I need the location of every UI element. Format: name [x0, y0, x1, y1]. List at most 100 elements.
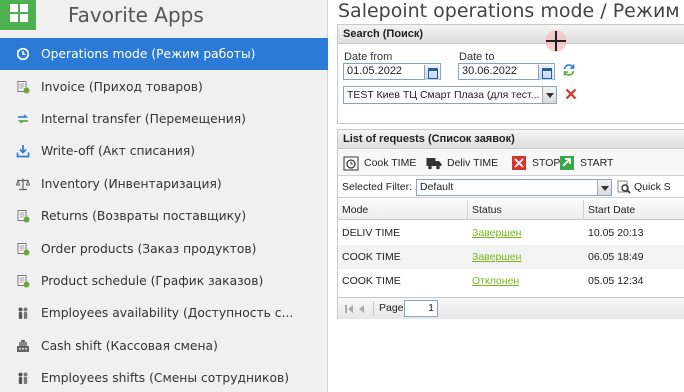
prev-page-icon[interactable] — [359, 305, 367, 313]
scales-icon — [16, 177, 30, 191]
calendar-icon[interactable] — [424, 65, 439, 80]
page-title: Salepoint operations mode / Режим р — [338, 0, 684, 22]
apps-grid-icon[interactable] — [0, 0, 36, 30]
filter-bar: Selected Filter: Default Quick S — [338, 177, 684, 198]
people-icon — [16, 306, 30, 320]
start-icon — [559, 155, 575, 171]
stop-icon — [511, 155, 527, 171]
table-row[interactable]: DELIV TIME Завершен 10.05 20:13 — [338, 221, 684, 245]
sidebar-item-write-off[interactable]: Write-off (Акт списания) — [0, 135, 328, 167]
selected-filter-label: Selected Filter: — [342, 181, 413, 193]
document-icon — [16, 209, 30, 223]
first-page-icon[interactable] — [345, 305, 355, 313]
column-header-mode[interactable]: Mode — [338, 200, 468, 220]
sidebar-item-internal-transfer[interactable]: Internal transfer (Перемещения) — [0, 103, 328, 135]
sidebar-title: Favorite Apps — [68, 3, 204, 27]
sidebar-item-employees-availability[interactable]: Employees availability (Доступность с... — [0, 297, 328, 329]
deliv-time-button[interactable]: Deliv TIME — [426, 154, 498, 172]
sidebar-item-invoice[interactable]: Invoice (Приход товаров) — [0, 70, 328, 102]
stop-button[interactable]: STOP — [511, 154, 560, 172]
page-label: Page — [379, 302, 404, 314]
cell-mode: COOK TIME — [342, 275, 401, 287]
date-to-field[interactable]: 30.06.2022 — [458, 63, 555, 80]
pager-separator — [373, 301, 374, 316]
start-button[interactable]: START — [559, 154, 613, 172]
requests-table-header: Mode Status Start Date — [338, 200, 684, 220]
sidebar-menu: Operations mode (Режим работы) Invoice (… — [0, 38, 328, 392]
cook-time-button[interactable]: Cook TIME — [343, 154, 416, 172]
requests-toolbar: Cook TIME Deliv TIME STOP START — [338, 150, 684, 176]
cell-status-link[interactable]: Завершен — [468, 245, 521, 269]
clock-icon — [16, 47, 30, 61]
search-panel-header: Search (Поиск) — [338, 25, 684, 44]
requests-panel-header: List of requests (Список заявок) — [338, 130, 684, 149]
deliv-time-label: Deliv TIME — [447, 157, 499, 169]
start-label: START — [580, 157, 614, 169]
sidebar-item-label: Invoice (Приход товаров) — [41, 79, 203, 94]
requests-panel: List of requests (Список заявок) Cook TI… — [337, 129, 684, 319]
document-icon — [16, 242, 30, 256]
cell-start-date: 10.05 20:13 — [588, 227, 644, 239]
date-to-label: Date to — [459, 51, 495, 63]
cell-start-date: 05.05 12:34 — [588, 275, 644, 287]
date-from-field[interactable]: 01.05.2022 — [343, 63, 441, 80]
chevron-down-icon[interactable] — [597, 180, 611, 195]
pager: Page 1 — [338, 297, 684, 319]
salepoint-select[interactable]: TEST Киев ТЦ Смарт Плаза (для тест... — [343, 86, 557, 104]
document-icon — [16, 274, 30, 288]
cook-time-label: Cook TIME — [364, 157, 417, 169]
sidebar-header: Favorite Apps — [0, 0, 328, 36]
filter-select[interactable]: Default — [416, 179, 612, 196]
sidebar-item-label: Write-off (Акт списания) — [41, 144, 196, 159]
salepoint-select-value: TEST Киев ТЦ Смарт Плаза (для тест... — [347, 89, 540, 101]
sidebar-item-label: Inventory (Инвентаризация) — [41, 176, 222, 191]
cell-mode: COOK TIME — [342, 251, 401, 263]
people-icon — [16, 371, 30, 385]
sidebar-item-inventory[interactable]: Inventory (Инвентаризация) — [0, 168, 328, 200]
sidebar-item-label: Employees availability (Доступность с... — [41, 306, 294, 321]
chevron-down-icon[interactable] — [542, 87, 556, 103]
sidebar-item-label: Order products (Заказ продуктов) — [41, 241, 257, 256]
cell-start-date: 06.05 18:49 — [588, 251, 644, 263]
date-to-value: 30.06.2022 — [462, 65, 518, 77]
document-icon — [16, 80, 30, 94]
search-icon[interactable] — [617, 180, 631, 194]
transfer-arrows-icon — [16, 112, 30, 126]
sidebar-item-product-schedule[interactable]: Product schedule (График заказов) — [0, 265, 328, 297]
sidebar-item-cash-shift[interactable]: Cash shift (Кассовая смена) — [0, 330, 328, 362]
stopwatch-icon — [343, 155, 359, 171]
sidebar-item-returns[interactable]: Returns (Возвраты поставщику) — [0, 200, 328, 232]
date-from-value: 01.05.2022 — [347, 65, 403, 77]
sidebar-item-operations-mode[interactable]: Operations mode (Режим работы) — [0, 38, 328, 71]
filter-select-value: Default — [420, 181, 454, 193]
cash-register-icon — [16, 339, 30, 353]
main-content: Salepoint operations mode / Режим р Sear… — [329, 0, 684, 392]
sidebar-item-order-products[interactable]: Order products (Заказ продуктов) — [0, 232, 328, 264]
sidebar-item-label: Cash shift (Кассовая смена) — [41, 338, 218, 353]
column-header-status[interactable]: Status — [468, 200, 584, 220]
quick-search-label[interactable]: Quick S — [634, 181, 671, 193]
cell-status-link[interactable]: Отклонен — [468, 269, 519, 293]
table-row[interactable]: COOK TIME Отклонен 05.05 12:34 — [338, 269, 684, 293]
page-number-input[interactable]: 1 — [404, 300, 438, 317]
sidebar-item-label: Employees shifts (Смены сотрудников) — [41, 371, 290, 386]
search-panel: Search (Поиск) Date from 01.05.2022 Date… — [337, 24, 684, 124]
sidebar-item-label: Returns (Возвраты поставщику) — [41, 209, 247, 224]
cell-mode: DELIV TIME — [342, 227, 401, 239]
download-tray-icon — [16, 144, 30, 158]
cell-status-link[interactable]: Завершен — [468, 221, 521, 245]
crosshair-cursor-icon — [544, 29, 568, 53]
sidebar-item-label: Product schedule (График заказов) — [41, 273, 264, 288]
sidebar-item-label: Internal transfer (Перемещения) — [41, 111, 246, 126]
delivery-truck-icon — [426, 155, 442, 171]
sidebar: Favorite Apps Operations mode (Режим раб… — [0, 0, 328, 392]
refresh-icon[interactable] — [562, 63, 576, 77]
date-from-label: Date from — [344, 51, 393, 63]
clear-icon[interactable] — [564, 87, 578, 101]
sidebar-item-employees-shifts[interactable]: Employees shifts (Смены сотрудников) — [0, 362, 328, 392]
calendar-icon[interactable] — [538, 65, 553, 80]
column-header-start-date[interactable]: Start Date — [584, 200, 684, 220]
sidebar-item-label: Operations mode (Режим работы) — [41, 47, 256, 62]
stop-label: STOP — [532, 157, 561, 169]
table-row[interactable]: COOK TIME Завершен 06.05 18:49 — [338, 245, 684, 269]
